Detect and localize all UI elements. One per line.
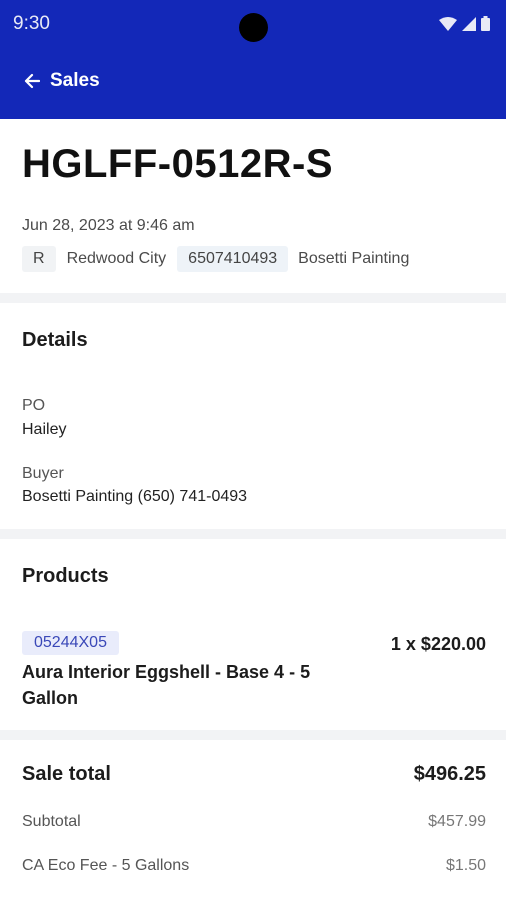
po-value: Hailey <box>22 421 67 438</box>
camera-cutout <box>239 13 268 42</box>
system-icons <box>439 16 490 31</box>
app-bar: Sales <box>0 50 506 119</box>
product-sku-chip: 05244X05 <box>22 631 119 655</box>
sale-meta-row: R Redwood City 6507410493 Bosetti Painti… <box>22 245 409 273</box>
section-divider <box>0 730 506 740</box>
cell-signal-icon <box>462 16 476 31</box>
buyer-label: Buyer <box>22 465 64 482</box>
wifi-icon <box>439 16 457 31</box>
buyer-value[interactable]: Bosetti Painting (650) 741-0493 <box>22 488 247 506</box>
sale-total-label: Sale total <box>22 763 111 785</box>
subtotal-label: Subtotal <box>22 813 81 830</box>
customer-name[interactable]: Bosetti Painting <box>298 250 409 268</box>
battery-icon <box>481 16 490 31</box>
sale-datetime: Jun 28, 2023 at 9:46 am <box>22 217 195 234</box>
eco-fee-label: CA Eco Fee - 5 Gallons <box>22 857 190 874</box>
details-heading: Details <box>22 329 88 351</box>
product-quantity-price: 1 x $220.00 <box>390 634 486 654</box>
back-label: Sales <box>50 70 100 91</box>
sale-total-value: $496.25 <box>413 763 486 785</box>
subtotal-value: $457.99 <box>428 813 486 830</box>
section-divider <box>0 529 506 539</box>
po-label: PO <box>22 397 46 414</box>
phone-chip[interactable]: 6507410493 <box>177 246 289 272</box>
product-name[interactable]: Aura Interior Eggshell - Base 4 - 5 Gall… <box>22 659 332 711</box>
section-divider <box>0 293 506 303</box>
store-name: Redwood City <box>66 250 167 267</box>
store-initial-badge: R <box>22 246 56 272</box>
status-bar: 9:30 <box>0 0 506 50</box>
arrow-left-icon <box>24 73 40 89</box>
back-button[interactable]: Sales <box>24 70 100 92</box>
products-heading: Products <box>22 565 109 587</box>
status-time: 9:30 <box>13 13 50 34</box>
eco-fee-value: $1.50 <box>445 857 486 874</box>
page-title: HGLFF-0512R-S <box>22 142 333 186</box>
